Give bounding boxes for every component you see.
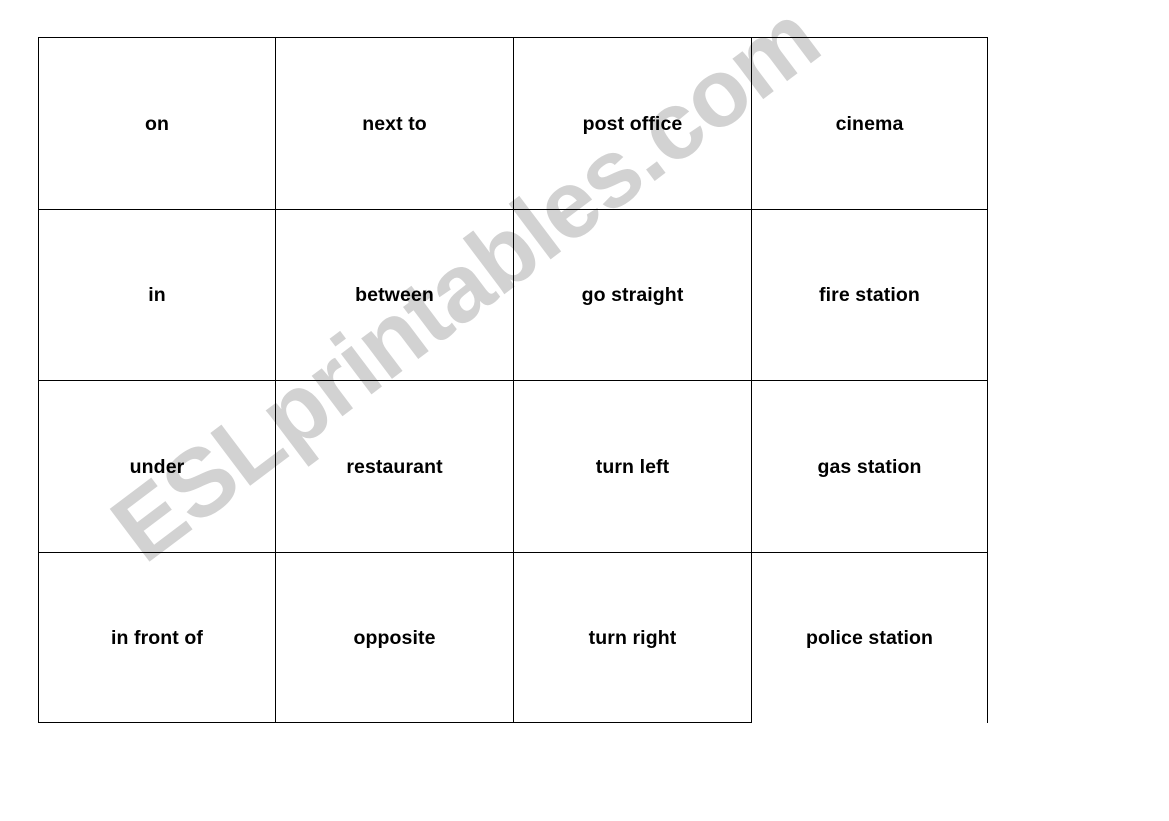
flashcard-cell[interactable]: turn left: [513, 380, 751, 552]
flashcard-cell[interactable]: go straight: [513, 208, 751, 380]
flashcard-label: on: [144, 112, 170, 135]
flashcard-cell[interactable]: on: [38, 37, 275, 209]
flashcard-cell[interactable]: in front of: [38, 551, 275, 723]
flashcard-cell[interactable]: in: [38, 208, 275, 380]
flashcard-grid: on next to post office cinema in between…: [38, 37, 988, 723]
flashcard-cell[interactable]: police station: [751, 551, 988, 723]
flashcard-cell[interactable]: gas station: [751, 380, 988, 552]
flashcard-cell[interactable]: turn right: [513, 551, 751, 723]
flashcard-label: go straight: [581, 284, 684, 307]
flashcard-cell[interactable]: opposite: [275, 551, 513, 723]
flashcard-cell[interactable]: post office: [513, 37, 751, 209]
flashcard-label: next to: [362, 112, 427, 135]
flashcard-label: restaurant: [346, 455, 443, 478]
card-row: under restaurant turn left gas station: [38, 380, 988, 552]
flashcard-label: gas station: [817, 455, 922, 478]
card-row: in front of opposite turn right police s…: [38, 551, 988, 723]
flashcard-label: post office: [582, 112, 683, 135]
card-row: on next to post office cinema: [38, 37, 988, 209]
flashcard-label: turn right: [588, 626, 677, 649]
flashcard-label: fire station: [819, 284, 920, 307]
flashcard-label: under: [129, 455, 185, 478]
flashcard-label: between: [355, 284, 434, 307]
flashcard-label: cinema: [835, 112, 904, 135]
flashcard-cell[interactable]: restaurant: [275, 380, 513, 552]
flashcard-label: opposite: [353, 626, 436, 649]
flashcard-cell[interactable]: cinema: [751, 37, 988, 209]
flashcard-label: turn left: [595, 455, 670, 478]
flashcard-cell[interactable]: next to: [275, 37, 513, 209]
flashcard-label: in: [148, 284, 166, 307]
flashcard-label: police station: [805, 627, 934, 650]
flashcard-cell[interactable]: fire station: [751, 208, 988, 380]
flashcard-cell[interactable]: under: [38, 380, 275, 552]
flashcard-cell[interactable]: between: [275, 208, 513, 380]
flashcard-label: in front of: [110, 626, 204, 649]
card-row: in between go straight fire station: [38, 208, 988, 380]
